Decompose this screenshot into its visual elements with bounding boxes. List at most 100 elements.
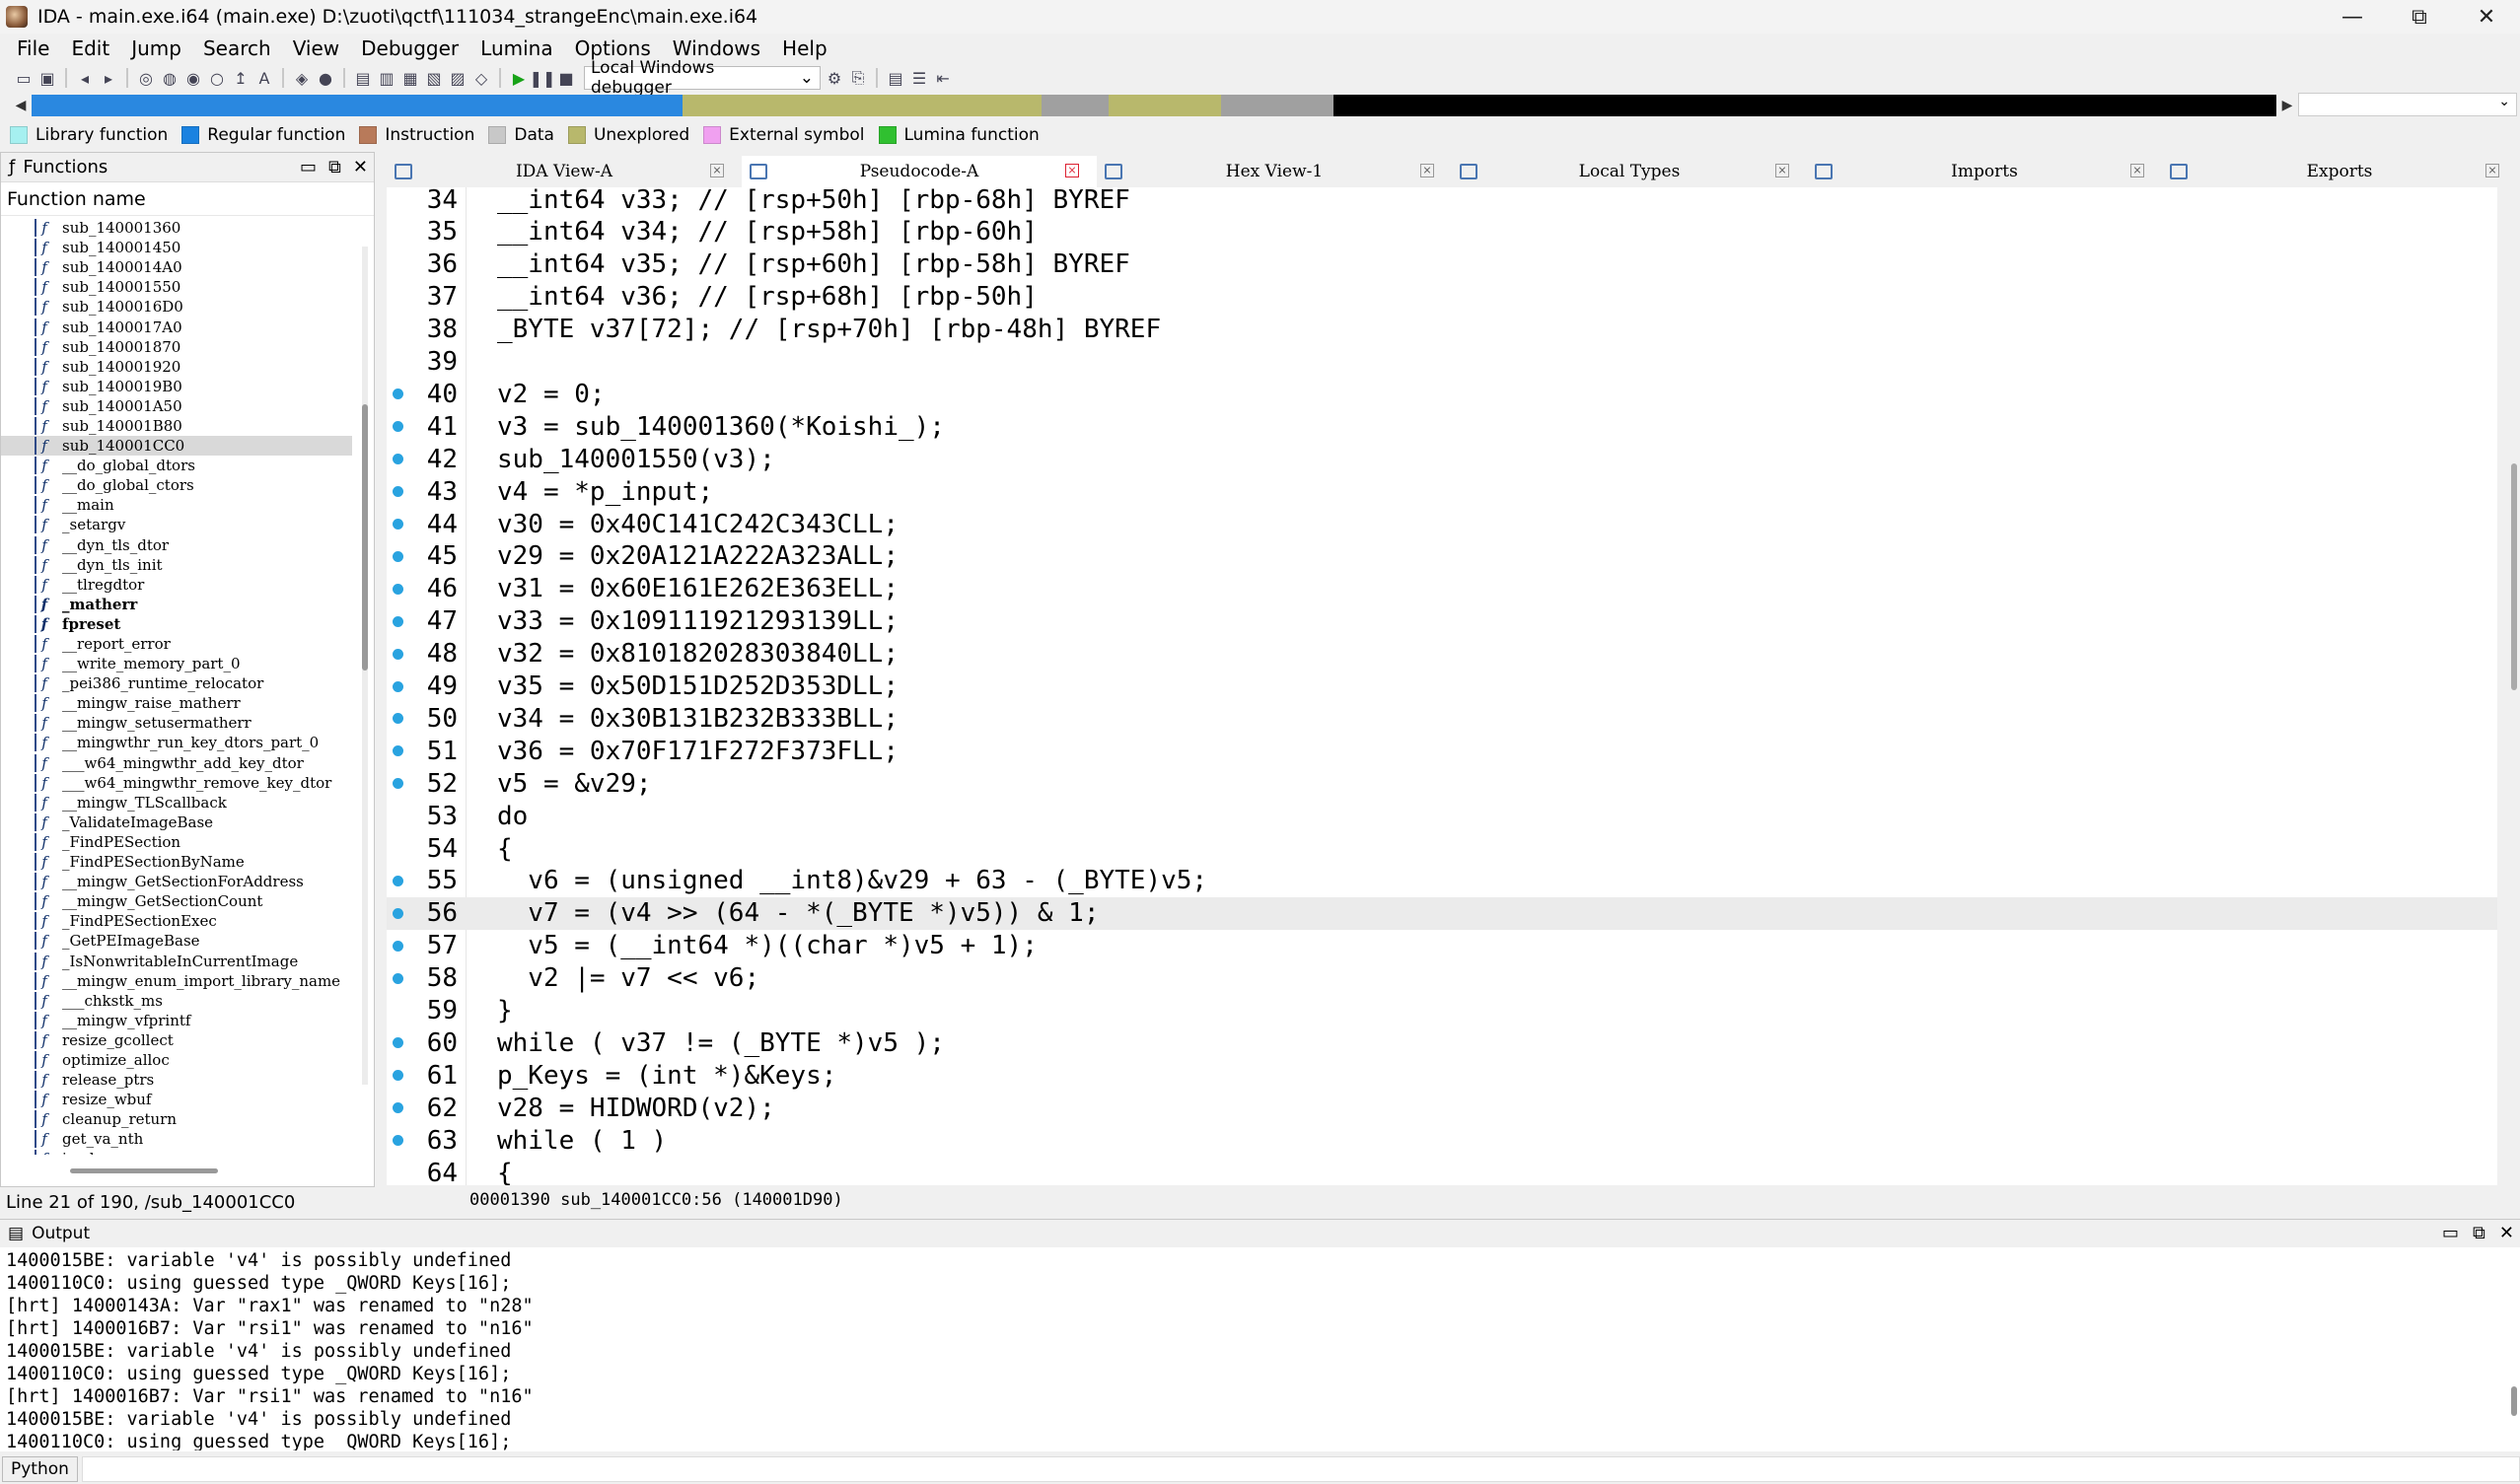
breakpoint-dot-icon[interactable]: [393, 1135, 403, 1147]
function-list-scrollbar[interactable]: [362, 247, 368, 1085]
nav-combo[interactable]: ⌄: [2298, 93, 2517, 116]
breakpoint-dot-icon[interactable]: [393, 713, 403, 725]
code-text[interactable]: p_Keys = (int *)&Keys;: [497, 1061, 836, 1091]
menu-view[interactable]: View: [282, 36, 350, 60]
close-button[interactable]: ✕: [2453, 0, 2520, 34]
breakpoint-dot-icon[interactable]: [393, 940, 403, 952]
save-icon[interactable]: ▣: [37, 68, 57, 88]
close-panel-icon[interactable]: ✕: [353, 157, 368, 177]
breakpoint-dot-icon[interactable]: [393, 778, 403, 790]
breakpoint-dot-icon[interactable]: [393, 389, 403, 400]
struct-icon[interactable]: ▦: [400, 68, 420, 88]
nav-segment[interactable]: [32, 95, 684, 116]
function-list-item[interactable]: f fpreset: [1, 614, 352, 634]
code-line[interactable]: 45 v29 = 0x20A121A222A323ALL;: [387, 540, 2497, 573]
code-line[interactable]: 58 v2 |= v7 << v6;: [387, 962, 2497, 995]
breakpoint-dot-icon[interactable]: [393, 519, 403, 530]
function-list-item[interactable]: f ___w64_mingwthr_remove_key_dtor: [1, 773, 352, 793]
breakpoint-dot-icon[interactable]: [393, 1102, 403, 1114]
function-list-item[interactable]: f __mingw_TLScallback: [1, 793, 352, 813]
function-list-item[interactable]: f __do_global_ctors: [1, 475, 352, 495]
tab-hex-view-1[interactable]: Hex View-1 ×: [1097, 156, 1452, 187]
function-list-item[interactable]: f __write_memory_part_0: [1, 654, 352, 673]
code-icon[interactable]: ▤: [353, 68, 373, 88]
function-list-item[interactable]: f sub_140001450: [1, 238, 352, 257]
lumina-icon[interactable]: ●: [316, 68, 335, 88]
code-line[interactable]: 56 v7 = (v4 >> (64 - *(_BYTE *)v5)) & 1;: [387, 896, 2497, 930]
function-list-item[interactable]: f _GetPEImageBase: [1, 931, 352, 951]
function-list-item[interactable]: f sub_140001CC0: [1, 436, 352, 457]
output-scrollbar-thumb[interactable]: [2511, 1386, 2517, 1416]
code-line[interactable]: 35 __int64 v34; // [rsp+58h] [rbp-60h]: [387, 216, 2497, 248]
code-text[interactable]: __int64 v34; // [rsp+58h] [rbp-60h]: [497, 217, 1038, 247]
function-list-item[interactable]: f sub_140001B80: [1, 416, 352, 436]
binary-search-icon[interactable]: ◎: [136, 68, 156, 88]
breakpoint-dot-icon[interactable]: [393, 875, 403, 886]
nav-right-icon[interactable]: ▶: [2276, 98, 2298, 113]
code-line[interactable]: 39: [387, 346, 2497, 379]
code-line[interactable]: 43 v4 = *p_input;: [387, 475, 2497, 508]
breakpoint-dot-icon[interactable]: [393, 1070, 403, 1082]
function-list-item[interactable]: f __mingw_setusermatherr: [1, 713, 352, 733]
code-line[interactable]: 37 __int64 v36; // [rsp+68h] [rbp-50h]: [387, 281, 2497, 314]
menu-lumina[interactable]: Lumina: [469, 36, 563, 60]
code-line[interactable]: 44 v30 = 0x40C141C242C343CLL;: [387, 508, 2497, 540]
back-icon[interactable]: ◂: [75, 68, 95, 88]
menu-jump[interactable]: Jump: [120, 36, 192, 60]
code-line[interactable]: 38 _BYTE v37[72]; // [rsp+70h] [rbp-48h] …: [387, 314, 2497, 346]
function-list-item[interactable]: f __mingw_raise_matherr: [1, 693, 352, 713]
pseudocode-scrollbar[interactable]: [2511, 187, 2517, 1185]
function-list-item[interactable]: f optimize_alloc: [1, 1050, 352, 1070]
scrollbar-thumb[interactable]: [362, 404, 368, 671]
function-list-item[interactable]: f __do_global_dtors: [1, 456, 352, 475]
menu-options[interactable]: Options: [564, 36, 662, 60]
code-text[interactable]: v35 = 0x50D151D252D353DLL;: [497, 671, 899, 701]
code-line[interactable]: 36 __int64 v35; // [rsp+60h] [rbp-58h] BY…: [387, 248, 2497, 281]
code-text[interactable]: v33 = 0x109111921293139LL;: [497, 606, 899, 636]
nav-segment[interactable]: [1333, 95, 2276, 116]
function-list-item[interactable]: f sub_140001A50: [1, 396, 352, 416]
code-line[interactable]: 49 v35 = 0x50D151D252D353DLL;: [387, 671, 2497, 703]
python-input[interactable]: [81, 1455, 2520, 1482]
float-panel-icon[interactable]: ⧉: [2473, 1223, 2485, 1243]
stop-icon[interactable]: ■: [556, 68, 576, 88]
patch-icon[interactable]: ◇: [471, 68, 491, 88]
tab-local-types[interactable]: Local Types ×: [1452, 156, 1807, 187]
nav-segment[interactable]: [1109, 95, 1222, 116]
menu-windows[interactable]: Windows: [662, 36, 771, 60]
navigation-strip[interactable]: [32, 95, 2276, 116]
function-list-item[interactable]: f sub_1400019B0: [1, 377, 352, 396]
code-text[interactable]: _BYTE v37[72]; // [rsp+70h] [rbp-48h] BY…: [497, 315, 1161, 344]
nav-segment[interactable]: [1042, 95, 1110, 116]
function-list-item[interactable]: f _FindPESection: [1, 832, 352, 852]
debugger-options-icon[interactable]: ⚙: [825, 68, 844, 88]
search-next-icon[interactable]: ◉: [183, 68, 203, 88]
code-line[interactable]: 61 p_Keys = (int *)&Keys;: [387, 1059, 2497, 1092]
breakpoint-dot-icon[interactable]: [393, 615, 403, 627]
undefine-icon[interactable]: ▨: [448, 68, 468, 88]
function-list-item[interactable]: f get_va_nth: [1, 1129, 352, 1149]
code-line[interactable]: 55 v6 = (unsigned __int8)&v29 + 63 - (_B…: [387, 865, 2497, 897]
tab-close-icon[interactable]: ×: [2130, 164, 2144, 177]
nav-segment[interactable]: [683, 95, 1043, 116]
code-line[interactable]: 52 v5 = &v29;: [387, 767, 2497, 800]
code-text[interactable]: }: [497, 996, 513, 1025]
code-text[interactable]: v6 = (unsigned __int8)&v29 + 63 - (_BYTE…: [497, 866, 1207, 895]
code-line[interactable]: 60 while ( v37 != (_BYTE *)v5 );: [387, 1026, 2497, 1059]
layout-icon[interactable]: ▤: [886, 68, 905, 88]
code-text[interactable]: v36 = 0x70F171F272F373FLL;: [497, 737, 899, 766]
breakpoint-dot-icon[interactable]: [393, 550, 403, 562]
code-line[interactable]: 63 while ( 1 ): [387, 1124, 2497, 1157]
jump-icon[interactable]: ↥: [231, 68, 251, 88]
tab-close-icon[interactable]: ×: [1420, 164, 1434, 177]
tab-pseudocode-a[interactable]: Pseudocode-A ×: [742, 156, 1097, 187]
code-text[interactable]: __int64 v33; // [rsp+50h] [rbp-68h] BYRE…: [497, 187, 1130, 215]
function-list-item[interactable]: f __mingw_enum_import_library_name: [1, 971, 352, 991]
function-name-column-header[interactable]: Function name: [1, 182, 374, 216]
pseudocode-view[interactable]: 34 __int64 v33; // [rsp+50h] [rbp-68h] BY…: [387, 187, 2497, 1185]
function-list-item[interactable]: f resize_gcollect: [1, 1030, 352, 1050]
breakpoint-dot-icon[interactable]: [393, 421, 403, 433]
text-search-icon[interactable]: ◍: [160, 68, 180, 88]
function-list-item[interactable]: f __tlregdtor: [1, 575, 352, 595]
breakpoint-dot-icon[interactable]: [393, 907, 403, 919]
